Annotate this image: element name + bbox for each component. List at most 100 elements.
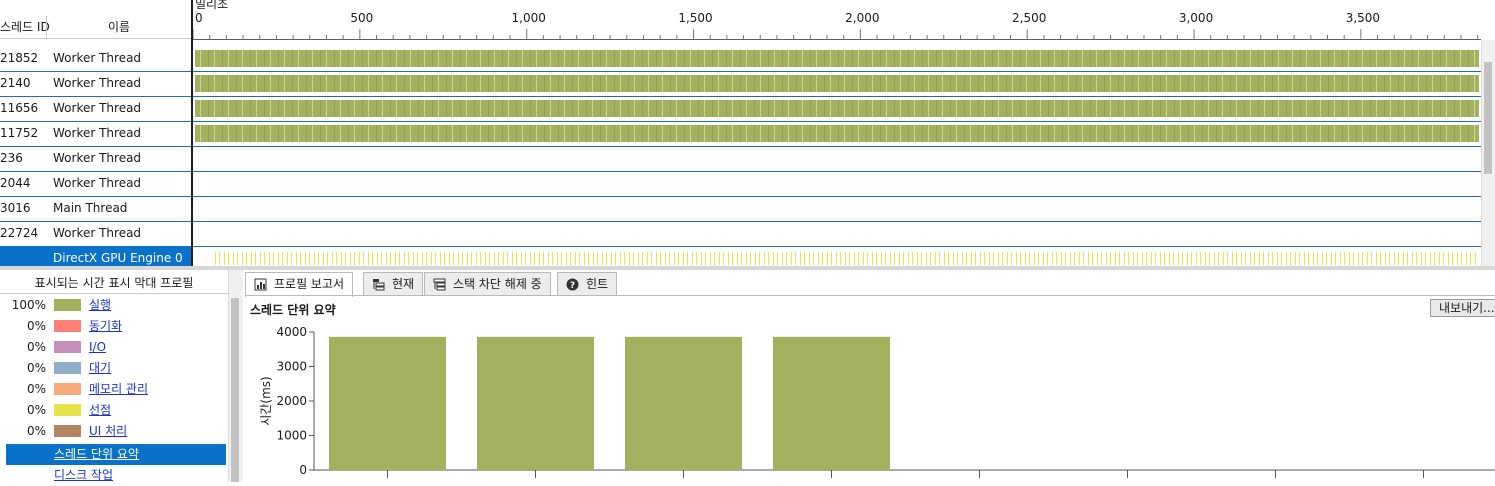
thread-id: 2044 bbox=[0, 176, 31, 190]
legend-category-link[interactable]: 메모리 관리 bbox=[89, 379, 148, 400]
export-button[interactable]: 내보내기... bbox=[1430, 299, 1495, 317]
thread-id: 21852 bbox=[0, 51, 39, 65]
thread-name: Worker Thread bbox=[53, 101, 142, 115]
legend-category-link[interactable]: 대기 bbox=[89, 358, 111, 379]
time-ruler[interactable]: 0 500 1,000 1,500 2,000 2,500 3,000 3,500 bbox=[193, 0, 1481, 40]
y-tick-label: 0 bbox=[299, 463, 307, 477]
legend-category-link[interactable]: I/O bbox=[89, 337, 106, 358]
legend-swatch bbox=[54, 299, 81, 311]
thread-row[interactable]: 2044 Worker Thread bbox=[0, 171, 1481, 197]
execution-lane[interactable] bbox=[195, 125, 1479, 142]
legend-swatch bbox=[54, 320, 81, 332]
thread-row[interactable]: 11656 Worker Thread bbox=[0, 96, 1481, 122]
legend-category-link[interactable]: UI 처리 bbox=[89, 421, 127, 442]
header-divider bbox=[0, 38, 192, 39]
thread-id: 11656 bbox=[0, 101, 39, 115]
pane-divider[interactable] bbox=[191, 0, 193, 266]
legend-row: 0% 동기화 bbox=[0, 316, 228, 337]
y-tick-label: 4000 bbox=[276, 325, 307, 339]
legend-percent: 0% bbox=[26, 340, 46, 354]
thread-row[interactable]: 236 Worker Thread bbox=[0, 146, 1481, 172]
legend-percent: 100% bbox=[11, 298, 46, 312]
legend-scrollbar-thumb[interactable] bbox=[231, 298, 239, 482]
thread-name: Main Thread bbox=[53, 201, 128, 215]
report-nav-item[interactable]: 디스크 작업 bbox=[6, 465, 226, 486]
timeline-scrollbar-thumb[interactable] bbox=[1484, 62, 1492, 174]
thread-row[interactable]: 11752 Worker Thread bbox=[0, 121, 1481, 147]
gpu-activity-lane[interactable] bbox=[215, 252, 1479, 265]
execution-lane[interactable] bbox=[195, 50, 1479, 67]
nav-label: 디스크 작업 bbox=[54, 468, 114, 482]
tab-label: 스택 차단 해제 중 bbox=[453, 277, 542, 291]
tab-profile-report[interactable]: 프로필 보고서 bbox=[245, 272, 354, 297]
empty-lane[interactable] bbox=[195, 150, 1479, 167]
tab-baseline bbox=[245, 295, 1495, 296]
thread-row[interactable]: 21852 Worker Thread bbox=[0, 46, 1481, 72]
tab-hints[interactable]: ? 힌트 bbox=[557, 272, 618, 295]
ruler-ticks bbox=[193, 29, 1479, 40]
legend-row: 0% 대기 bbox=[0, 358, 228, 379]
thread-name: Worker Thread bbox=[53, 226, 142, 240]
empty-lane[interactable] bbox=[195, 175, 1479, 192]
column-header-name[interactable]: 이름 bbox=[46, 16, 191, 38]
unblocking-stack-icon bbox=[433, 278, 446, 291]
legend-percent: 0% bbox=[26, 361, 46, 375]
chart-bar bbox=[625, 336, 742, 470]
legend-row: 0% 선점 bbox=[0, 400, 228, 421]
legend-percent: 0% bbox=[26, 403, 46, 417]
legend-swatch bbox=[54, 341, 81, 353]
legend-swatch bbox=[54, 362, 81, 374]
nav-label: 스레드 단위 요약 bbox=[54, 447, 139, 461]
execution-lane[interactable] bbox=[195, 75, 1479, 92]
thread-id: 3016 bbox=[0, 201, 31, 215]
gpu-engine-row[interactable]: DirectX GPU Engine 0 bbox=[0, 246, 192, 266]
tab-label: 힌트 bbox=[586, 277, 609, 291]
legend-row: 0% I/O bbox=[0, 337, 228, 358]
ruler-baseline bbox=[193, 39, 1481, 40]
thread-id: 236 bbox=[0, 151, 23, 165]
legend-row: 0% 메모리 관리 bbox=[0, 379, 228, 400]
y-tick-label: 3000 bbox=[276, 360, 307, 374]
legend-category-link[interactable]: 동기화 bbox=[89, 316, 122, 337]
thread-name: Worker Thread bbox=[53, 151, 142, 165]
thread-name: Worker Thread bbox=[53, 51, 142, 65]
thread-name: Worker Thread bbox=[53, 176, 142, 190]
chart-bar bbox=[329, 336, 446, 470]
report-icon bbox=[254, 278, 267, 291]
thread-id: 2140 bbox=[0, 76, 31, 90]
execution-lane[interactable] bbox=[195, 100, 1479, 117]
thread-id: 11752 bbox=[0, 126, 39, 140]
empty-lane[interactable] bbox=[195, 225, 1479, 242]
y-axis-label: 시간(ms) bbox=[259, 376, 273, 425]
legend-row: 100% 실행 bbox=[0, 295, 228, 316]
report-nav-item[interactable]: 스레드 단위 요약 bbox=[6, 444, 226, 465]
gpu-engine-name: DirectX GPU Engine 0 bbox=[53, 251, 183, 265]
thread-name: Worker Thread bbox=[53, 126, 142, 140]
column-header-thread-id[interactable]: 스레드 ID bbox=[0, 16, 50, 38]
legend-swatch bbox=[54, 404, 81, 416]
legend-divider bbox=[0, 293, 228, 294]
thread-row[interactable]: 3016 Main Thread bbox=[0, 196, 1481, 222]
help-icon: ? bbox=[566, 278, 579, 291]
y-tick-label: 1000 bbox=[276, 429, 307, 443]
tab-current[interactable]: 현재 bbox=[363, 272, 424, 295]
legend-percent: 0% bbox=[26, 319, 46, 333]
legend-category-link[interactable]: 실행 bbox=[89, 295, 111, 316]
thread-name: Worker Thread bbox=[53, 76, 142, 90]
tab-label: 현재 bbox=[392, 277, 415, 291]
tab-label: 프로필 보고서 bbox=[274, 277, 345, 291]
legend-swatch bbox=[54, 425, 81, 437]
y-tick-label: 2000 bbox=[276, 394, 307, 408]
legend-row: 0% UI 처리 bbox=[0, 421, 228, 442]
thread-row[interactable]: 2140 Worker Thread bbox=[0, 71, 1481, 97]
svg-text:?: ? bbox=[570, 281, 575, 291]
legend-category-link[interactable]: 선점 bbox=[89, 400, 111, 421]
legend-percent: 0% bbox=[26, 424, 46, 438]
current-stack-icon bbox=[373, 279, 385, 291]
empty-lane[interactable] bbox=[195, 200, 1479, 217]
legend-title: 표시되는 시간 표시 막대 프로필 bbox=[34, 276, 194, 290]
tab-unblocking-stack[interactable]: 스택 차단 해제 중 bbox=[424, 272, 551, 295]
chart-bar bbox=[773, 336, 890, 470]
thread-row[interactable]: 22724 Worker Thread bbox=[0, 221, 1481, 247]
report-title: 스레드 단위 요약 bbox=[250, 303, 336, 317]
